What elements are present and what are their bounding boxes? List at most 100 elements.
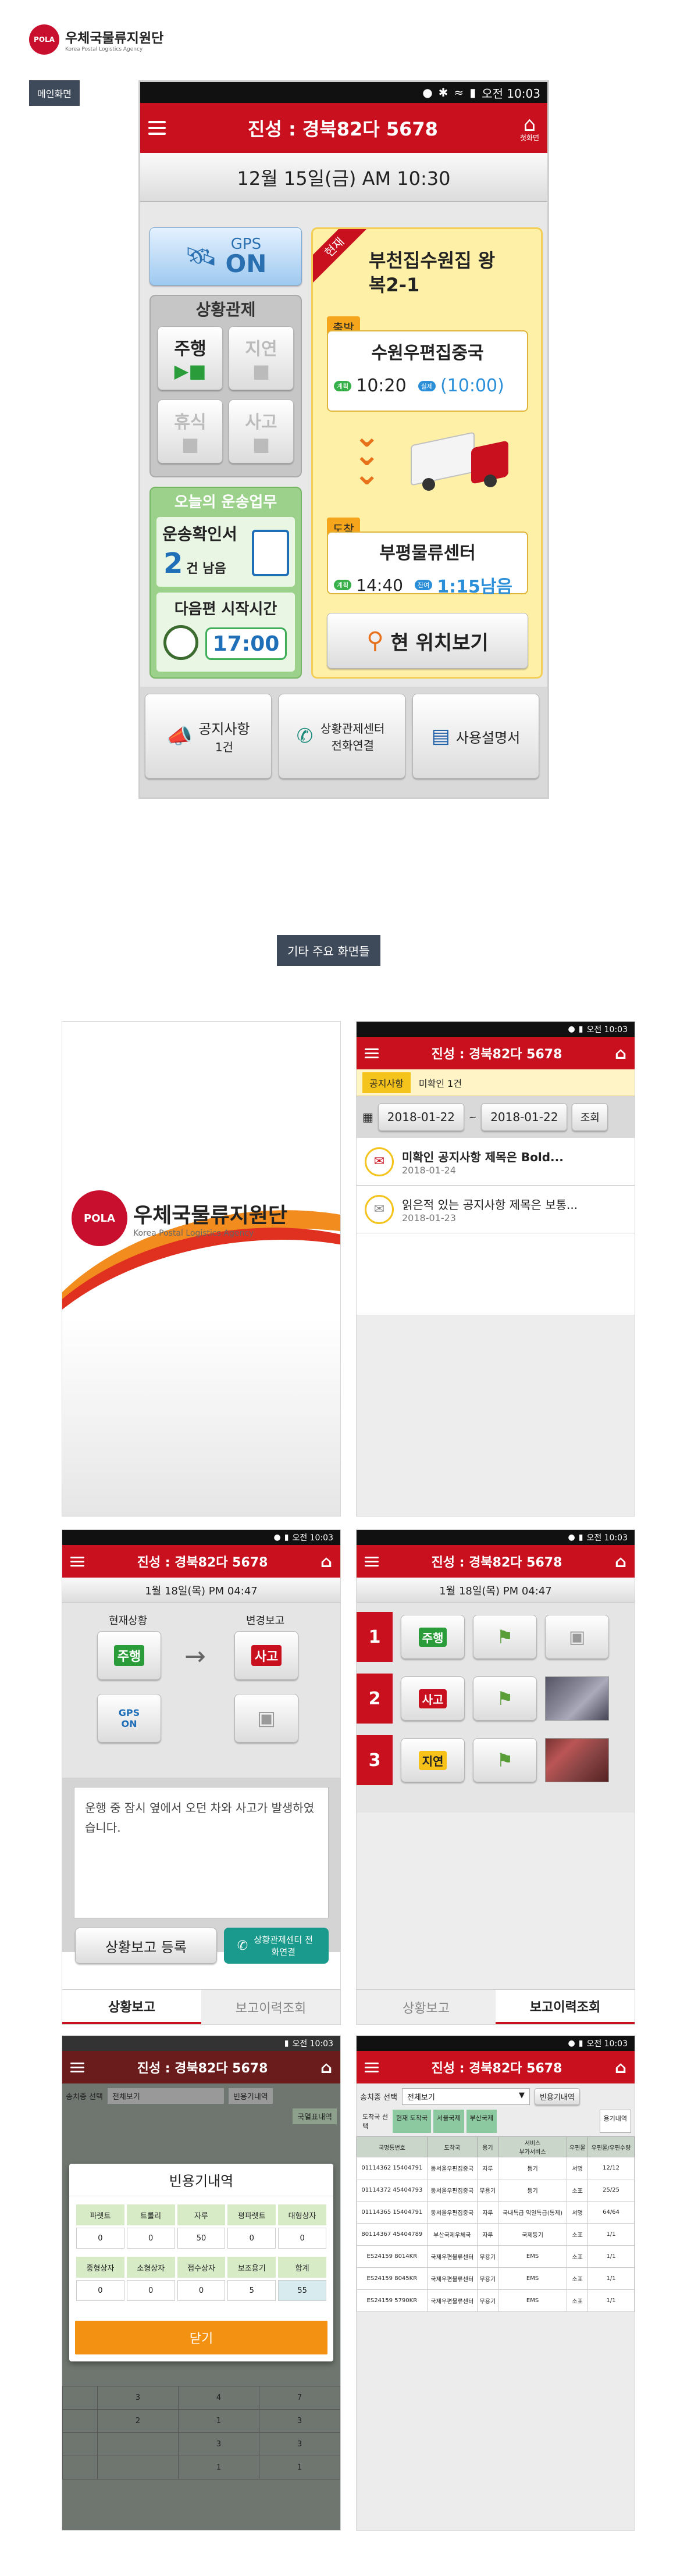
signal-icon: ● [568,2039,575,2048]
tab-report[interactable]: 상황보고 [357,1990,496,2024]
notice-count: 1건 [215,740,233,754]
table-row[interactable]: 01114365 15404791 동서울우편집중국 자루 국내특급 익일특급(통제)… [357,2201,635,2224]
notice-item[interactable]: ✉ 읽은적 있는 공지사항 제목은 보통... 2018-01-23 [357,1186,635,1233]
control-center-call-button[interactable]: ✆ 상황관제센터 전화연결 [224,1928,329,1964]
vehicle-title: 진성 : 경북82다 5678 [137,2061,268,2076]
tab-history[interactable]: 보고이력조회 [496,1990,635,2024]
current-location-button[interactable]: ⚲ 현 위치보기 [327,613,528,669]
gps-status-button[interactable]: GPS ON [97,1694,161,1743]
home-icon[interactable]: ⌂ [615,1044,626,1063]
home-label: 첫화면 [519,134,539,142]
battery-icon: ▮ [578,2039,583,2048]
gps-button[interactable]: 🛰 GPS ON [149,227,302,286]
menu-icon[interactable] [148,121,166,135]
table-row[interactable]: ES24159 5790KR 국제우편물류센터 무용기 EMS 소포 1/1 [357,2289,635,2312]
shipment-table: 국명통번호 도착국 용기 서비스 부가서비스 우편물 우편물/우편수량 01114362 … [357,2136,635,2312]
table-cell: 1 [178,2409,259,2433]
traffic-photo[interactable] [545,1738,609,1782]
container-list-button[interactable]: 빈용기내역 [534,2088,580,2105]
menu-icon[interactable] [365,2062,379,2072]
container-list-button[interactable]: 빈용기내역 [228,2088,273,2104]
logo-english: Korea Postal Logistics Agency [65,47,143,52]
menu-icon[interactable] [70,1556,84,1567]
table-row[interactable]: ES24159 8045KR 국제우편물류센터 무용기 EMS 소포 1/1 [357,2267,635,2290]
change-status-button[interactable]: 사고 [234,1631,298,1680]
map-button[interactable]: ⚑ [473,1738,537,1782]
arrival-block: 도착 부평물류센터 계획 14:40 잔여 1:15남음 [327,518,528,597]
chip-busan[interactable]: 부산국제 [466,2110,497,2133]
table-row[interactable]: 01114372 45404793 동서울우편집중국 무용기 등기 소포 25/25 [357,2179,635,2202]
clipboard-icon [252,530,289,576]
status-driving-button[interactable]: 주행 ▶■ [158,326,223,390]
date-from[interactable]: 2018-01-22 [378,1103,464,1131]
menu-icon[interactable] [70,2062,84,2072]
control-center-call-button[interactable]: ✆ 상황관제센터 전화연결 [279,694,405,779]
table-row[interactable]: 01114362 15404791 동서울우편집중국 자루 등기 서명 12/12 [357,2157,635,2179]
menu-icon[interactable] [365,1556,379,1567]
transport-confirm-card[interactable]: 운송확인서 2 건 남음 [156,517,295,587]
map-button[interactable]: ⚑ [473,1615,537,1659]
camera-button[interactable]: ▣ [234,1694,298,1743]
history-screen: ● ▮ 오전 10:03 진성 : 경북82다 5678 ⌂ 1월 18일(목) P… [356,1529,635,2025]
status-accident-button[interactable]: 사고 ■ [229,399,294,463]
chip-current[interactable]: 현재 도착국 [393,2110,432,2133]
grid-value: 55 [278,2280,326,2301]
table-cell: 1/1 [587,2267,635,2290]
history-row: 3 지연 ⚑ [357,1732,635,1788]
table-cell: 무용기 [477,2179,498,2202]
delay-label: 지연 [245,339,277,359]
table-header: 서비스 부가서비스 [497,2136,568,2157]
report-screen: ● ▮ 오전 10:03 진성 : 경북82다 5678 ⌂ 1월 18일(목) P… [62,1529,341,2025]
next-label: 다음편 시작시간 [174,601,277,618]
close-button[interactable]: 닫기 [75,2321,327,2354]
departure-plan-time: 10:20 [356,376,407,396]
status-delay-button[interactable]: 지연 ■ [229,326,294,390]
table-list-button[interactable]: 국열표내역 [293,2108,337,2124]
home-icon[interactable]: ⌂ [320,2058,332,2077]
notice-screen: ● ▮ 오전 10:03 진성 : 경북82다 5678 ⌂ 공지사항 미확인 1건… [356,1021,635,1517]
home-icon[interactable]: ⌂ [320,1552,332,1571]
table-cell: 3 [97,2386,179,2410]
chip-container[interactable]: 용기내역 [599,2110,631,2133]
tab-report[interactable]: 상황보고 [62,1990,201,2024]
top-bar: 진성 : 경북82다 5678 ⌂ 첫화면 [140,103,547,153]
date-to[interactable]: 2018-01-22 [481,1103,568,1131]
table-row[interactable]: ES24159 8014KR 국제우편물류센터 무용기 EMS 소포 1/1 [357,2245,635,2268]
top-bar: 진성 : 경북82다 5678 ⌂ [357,1545,635,1578]
home-button[interactable]: ⌂ 첫화면 [520,115,539,141]
status-text: 주행 [418,1627,447,1647]
status-rest-button[interactable]: 휴식 ■ [158,399,223,463]
search-button[interactable]: 조회 [572,1103,608,1131]
logo-mark: POLA [29,24,59,55]
next-time: 17:00 [205,627,287,660]
report-message[interactable]: 운행 중 잠시 옆에서 오던 차와 사고가 발생하였습니다. [74,1787,329,1918]
map-button[interactable]: ⚑ [473,1676,537,1721]
breadcrumb-notice[interactable]: 공지사항 [362,1072,411,1093]
phone-icon: ✆ [296,725,314,748]
arrival-remaining: 1:15남음 [437,577,513,597]
select-value[interactable]: 전체보기 [107,2088,224,2104]
notice-item[interactable]: ✉ 미확인 공지사항 제목은 Bold... 2018-01-24 [357,1138,635,1186]
home-icon[interactable]: ⌂ [615,2058,626,2077]
table-cell: ES24159 5790KR [357,2289,428,2312]
select-dropdown[interactable]: 전체보기 ▼ [401,2088,530,2105]
notice-button[interactable]: 📣 공지사항 1건 [145,694,272,779]
status-bar: ● ▮ 오전 10:03 [357,1530,635,1545]
register-report-button[interactable]: 상황보고 등록 [75,1928,217,1964]
table-cell: 01114365 15404791 [357,2201,428,2224]
manual-button[interactable]: ▤ 사용설명서 [412,694,539,779]
tab-history[interactable]: 보고이력조회 [201,1990,340,2024]
tab-bar: 상황보고 보고이력조회 [62,1989,340,2024]
accident-photo[interactable] [545,1676,609,1721]
chip-seoul[interactable]: 서울국제 [433,2110,464,2133]
table-row[interactable]: 80114367 45404789 부산국제우체국 자루 국제등기 소포 1/1 [357,2223,635,2246]
splash-title: 우체국물류지원단 [133,1204,287,1228]
menu-icon[interactable] [365,1048,379,1058]
battery-icon: ▮ [284,2039,289,2048]
camera-button[interactable]: ▣ [545,1615,609,1659]
home-icon[interactable]: ⌂ [615,1552,626,1571]
notice-title: 미확인 공지사항 제목은 Bold... [402,1150,564,1164]
table-cell [62,2432,98,2456]
bluetooth-icon: ✱ [438,85,448,99]
confirm-label: 운송확인서 [162,525,237,544]
